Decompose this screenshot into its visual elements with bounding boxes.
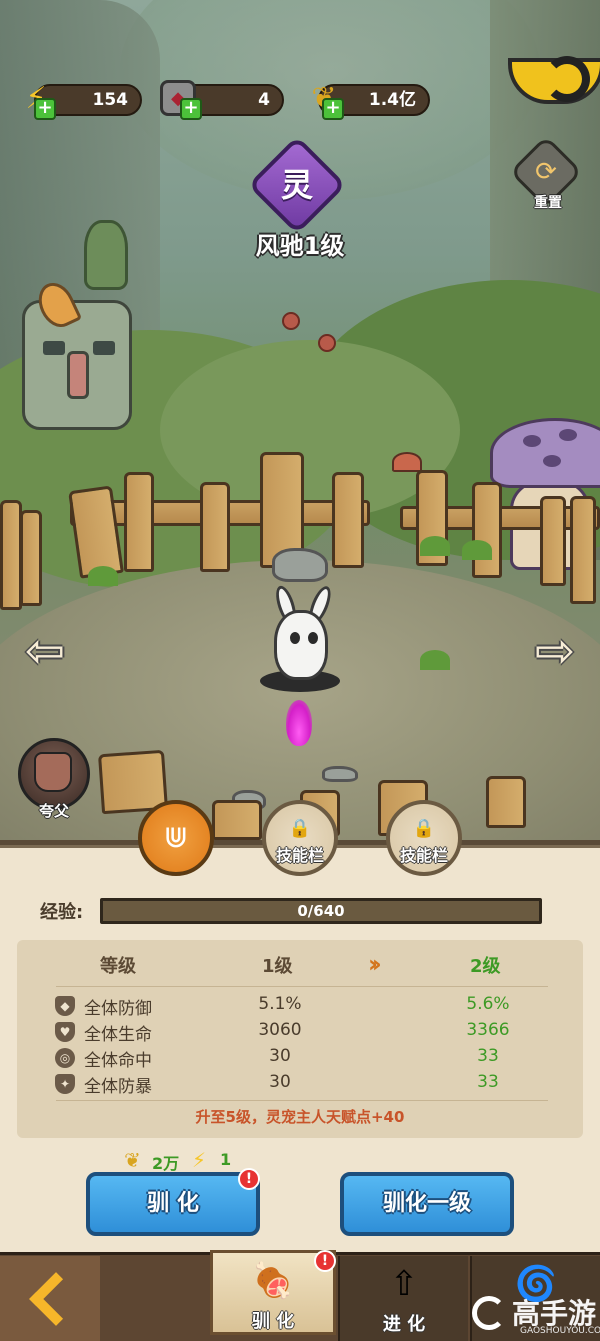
tame-alert-badge: ! — [238, 1168, 260, 1190]
refresh-icon: ⟳ — [535, 157, 557, 187]
small-mushroom — [392, 452, 422, 472]
stat-name: 全体生命 — [84, 1025, 152, 1045]
experience-bar: 0/640 — [100, 898, 542, 924]
flower — [318, 334, 336, 352]
skill-slot-label: 技能栏 — [399, 846, 448, 865]
heart-icon: ♥ — [55, 1022, 75, 1042]
fence-post — [472, 482, 502, 578]
fence-post — [124, 472, 154, 572]
watermark-sub: GAOSHOUYOU.COM — [520, 1326, 600, 1336]
lock-icon: 🔒 — [288, 818, 312, 839]
fence-post — [540, 496, 566, 586]
lock-icon: 🔒 — [412, 818, 436, 839]
stone-value: 4 — [258, 90, 270, 110]
experience-text: 0/640 — [297, 902, 345, 920]
rabbit-eye — [308, 632, 318, 644]
tame-button-label: 驯 化 — [147, 1191, 199, 1216]
tab-tame-badge: ! — [314, 1250, 336, 1272]
stat-name: 全体防御 — [84, 999, 152, 1019]
spirit-flame-icon — [286, 700, 312, 746]
stat-current: 5.1% — [258, 994, 302, 1014]
rabbit-pet[interactable] — [274, 610, 328, 680]
rock — [322, 766, 358, 782]
pet-name: 风驰1级 — [255, 232, 345, 260]
mushroom-cap — [490, 418, 600, 488]
fence-post — [212, 800, 262, 840]
claw-icon: ⋓ — [163, 820, 189, 855]
grain-value: 1.4亿 — [368, 90, 416, 110]
next-level: 2级 — [470, 956, 501, 977]
divider — [56, 986, 548, 987]
stat-next: 3366 — [466, 1020, 510, 1040]
stat-next: 5.6% — [466, 994, 510, 1014]
stat-name: 全体防暴 — [84, 1077, 152, 1097]
fence-post — [20, 510, 42, 606]
add-energy-button[interactable]: + — [34, 98, 56, 120]
energy-value: 154 — [92, 90, 129, 110]
back-arrow-icon — [29, 1271, 83, 1326]
tame-button[interactable]: 驯 化 — [86, 1172, 260, 1236]
grain-icon: ❦ — [124, 1148, 141, 1172]
flower — [282, 312, 300, 330]
back-button[interactable] — [0, 1256, 100, 1341]
prev-pet-arrow-icon[interactable]: ⇦ — [18, 624, 72, 678]
stat-current: 3060 — [258, 1020, 302, 1040]
evolve-icon: ⇧ — [389, 1264, 419, 1304]
next-pet-arrow-icon[interactable]: ⇨ — [528, 624, 582, 678]
level-bonus-text: 升至5级，灵宠主人天赋点+40 — [195, 1108, 405, 1126]
fence-post — [570, 496, 596, 604]
lightning-icon: ⚡ — [192, 1148, 207, 1172]
grass — [420, 536, 450, 556]
stat-name: 全体命中 — [84, 1051, 152, 1071]
add-stone-button[interactable]: + — [180, 98, 202, 120]
fence-post — [200, 482, 230, 572]
spirit-grade-char: 灵 — [280, 166, 313, 204]
experience-label: 经验: — [40, 902, 84, 923]
fence-post — [0, 500, 22, 610]
fence-post — [332, 472, 364, 568]
tab-evolve[interactable]: ⇧ 进 化 — [338, 1256, 468, 1341]
tab-tame-label: 驯 化 — [251, 1311, 295, 1332]
target-icon: ◎ — [55, 1048, 75, 1068]
stat-next: 33 — [477, 1072, 499, 1092]
owner-face — [34, 752, 72, 792]
stat-current: 30 — [269, 1046, 291, 1066]
cost-energy: 1 — [220, 1150, 232, 1169]
anti-crit-icon: ✦ — [55, 1074, 75, 1094]
cost-grain: 2万 — [152, 1154, 180, 1173]
divider — [56, 1100, 548, 1101]
current-level: 1级 — [262, 956, 293, 977]
grass — [462, 540, 492, 560]
double-chevron-icon: ›› — [368, 950, 382, 978]
watermark-logo-icon — [472, 1296, 506, 1330]
owner-label: 夸父 — [38, 802, 69, 820]
skill-slot-label: 技能栏 — [275, 846, 324, 865]
tab-evolve-label: 进 化 — [382, 1314, 426, 1335]
stat-next: 33 — [477, 1046, 499, 1066]
tame-one-level-button[interactable]: 驯化一级 — [340, 1172, 514, 1236]
grass — [420, 650, 450, 670]
add-grain-button[interactable]: + — [322, 98, 344, 120]
stat-current: 30 — [269, 1072, 291, 1092]
rock — [272, 548, 328, 582]
rabbit-eye — [290, 632, 300, 644]
shield-icon: ◆ — [55, 996, 75, 1016]
level-header: 等级 — [100, 956, 136, 977]
fence-post — [486, 776, 526, 828]
reset-label: 重置 — [534, 195, 562, 211]
tame-one-level-label: 驯化一级 — [382, 1191, 471, 1216]
grass — [88, 566, 118, 586]
game-scene — [0, 0, 600, 840]
